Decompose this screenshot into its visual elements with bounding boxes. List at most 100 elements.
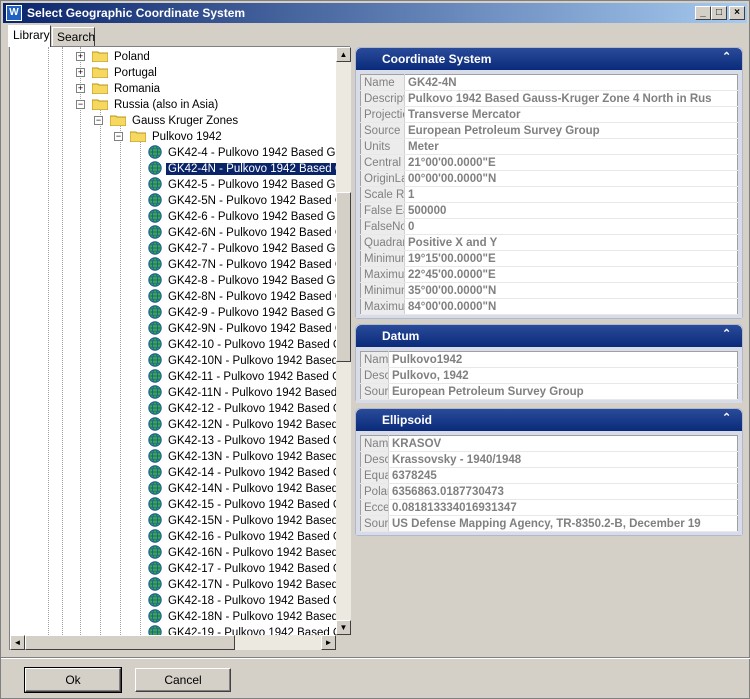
scroll-left-button[interactable]: ◄ [10,635,25,650]
tree-item-projection[interactable]: GK42-11 - Pulkovo 1942 Based Ga [148,369,336,385]
tree-node-romania[interactable]: + Romania [76,81,162,97]
property-row[interactable]: Ecce 0.081813334016931347 [360,499,738,516]
property-row[interactable]: FalseNo 0 [360,218,738,235]
property-row[interactable]: Polar 6356863.0187730473 [360,483,738,500]
datum-header[interactable]: Datum ⌃ [356,325,742,347]
tree-item-projection[interactable]: GK42-12N - Pulkovo 1942 Based G [148,417,336,433]
property-value: European Petroleum Survey Group [388,383,738,400]
tree-item-projection[interactable]: GK42-6 - Pulkovo 1942 Based Gau [148,209,336,225]
tree-node-russia[interactable]: − Russia (also in Asia) [76,97,220,113]
property-row[interactable]: Maximur 84°00'00.0000"N [360,298,738,315]
property-row[interactable]: Minimum19°15'00.0000"E [360,250,738,267]
tree-node-pulkovo-1942[interactable]: − Pulkovo 1942 [114,129,224,145]
tree-item-projection[interactable]: GK42-15N - Pulkovo 1942 Based G [148,513,336,529]
tree-vertical-scrollbar[interactable]: ▲ ▼ [336,47,351,635]
collapse-icon[interactable]: ⌃ [722,412,734,424]
library-tree[interactable]: + Poland + Portugal + Romania − Russia (… [9,46,351,650]
tree-item-projection[interactable]: GK42-9N - Pulkovo 1942 Based Ga [148,321,336,337]
tree-item-projection[interactable]: GK42-14 - Pulkovo 1942 Based Ga [148,465,336,481]
tree-item-projection[interactable]: GK42-14N - Pulkovo 1942 Based G [148,481,336,497]
collapse-toggle[interactable]: − [76,100,85,109]
tree-item-projection[interactable]: GK42-10 - Pulkovo 1942 Based Ga [148,337,336,353]
property-row[interactable]: Nam KRASOV [360,435,738,452]
property-row[interactable]: Minimum35°00'00.0000"N [360,282,738,299]
tree-item-projection[interactable]: GK42-5 - Pulkovo 1942 Based Gau [148,177,336,193]
tree-item-projection[interactable]: GK42-13 - Pulkovo 1942 Based Ga [148,433,336,449]
scroll-right-button[interactable]: ► [321,635,336,650]
property-row[interactable]: Central I 21°00'00.0000"E [360,154,738,171]
property-row[interactable]: Sour European Petroleum Survey Group [360,383,738,400]
globe-icon [148,305,162,319]
tree-node-poland[interactable]: + Poland [76,49,152,65]
tree-item-projection[interactable]: GK42-18N - Pulkovo 1942 Based G [148,609,336,625]
property-row[interactable]: Descript Pulkovo 1942 Based Gauss-Kruger … [360,90,738,107]
expand-toggle[interactable]: + [76,52,85,61]
property-row[interactable]: False Ea500000 [360,202,738,219]
ellipsoid-panel: Ellipsoid ⌃ Nam KRASOV Desc Krassovsky - 19… [355,408,743,536]
tree-item-projection[interactable]: GK42-18 - Pulkovo 1942 Based Ga [148,593,336,609]
tree-horizontal-scrollbar[interactable]: ◄ ► [10,635,336,650]
tree-item-projection[interactable]: GK42-15 - Pulkovo 1942 Based Ga [148,497,336,513]
property-row[interactable]: Nam Pulkovo1942 [360,351,738,368]
tab-library[interactable]: Library [8,25,51,47]
tree-guide-line [62,47,63,635]
tree-item-projection[interactable]: GK42-16 - Pulkovo 1942 Based Ga [148,529,336,545]
property-row[interactable]: Projectio Transverse Mercator [360,106,738,123]
collapse-icon[interactable]: ⌃ [722,328,734,340]
globe-icon [148,177,162,191]
tree-item-projection[interactable]: GK42-17 - Pulkovo 1942 Based Ga [148,561,336,577]
maximize-button[interactable]: □ [711,6,727,20]
tree-item-projection[interactable]: GK42-5N - Pulkovo 1942 Based Ga [148,193,336,209]
tree-item-projection[interactable]: GK42-4 - Pulkovo 1942 Based Gau [148,145,336,161]
property-row[interactable]: OriginLa 00°00'00.0000"N [360,170,738,187]
tree-item-projection[interactable]: GK42-9 - Pulkovo 1942 Based Gau [148,305,336,321]
property-row[interactable]: Units Meter [360,138,738,155]
property-key: Descript [360,90,405,107]
ellipsoid-header[interactable]: Ellipsoid ⌃ [356,409,742,431]
tree-item-projection[interactable]: GK42-8 - Pulkovo 1942 Based Gau [148,273,336,289]
close-button[interactable]: × [729,6,745,20]
tree-item-label: GK42-15N - Pulkovo 1942 Based G [168,515,336,527]
tree-item-projection[interactable]: GK42-10N - Pulkovo 1942 Based G [148,353,336,369]
tree-node-gauss-kruger-zones[interactable]: − Gauss Kruger Zones [94,113,240,129]
ok-button[interactable]: Ok [24,667,122,693]
collapse-toggle[interactable]: − [114,132,123,141]
tree-item-projection[interactable]: GK42-7N - Pulkovo 1942 Based Ga [148,257,336,273]
tree-item-projection[interactable]: GK42-19 - Pulkovo 1942 Based Ga [148,625,336,635]
scroll-thumb[interactable] [336,192,351,362]
collapse-icon[interactable]: ⌃ [722,51,734,63]
property-row[interactable]: Name GK42-4N [360,74,738,91]
title-bar[interactable]: W Select Geographic Coordinate System _ … [3,3,747,23]
property-row[interactable]: Desc Pulkovo, 1942 [360,367,738,384]
collapse-toggle[interactable]: − [94,116,103,125]
globe-icon [148,529,162,543]
property-row[interactable]: Scale R1 [360,186,738,203]
globe-icon [148,321,162,335]
tree-item-projection[interactable]: GK42-8N - Pulkovo 1942 Based Ga [148,289,336,305]
property-row[interactable]: Desc Krassovsky - 1940/1948 [360,451,738,468]
coordinate-system-header[interactable]: Coordinate System ⌃ [356,48,742,70]
minimize-button[interactable]: _ [695,6,711,20]
tree-item-projection[interactable]: GK42-12 - Pulkovo 1942 Based Ga [148,401,336,417]
scroll-down-button[interactable]: ▼ [336,620,351,635]
tree-item-projection[interactable]: GK42-7 - Pulkovo 1942 Based Gau [148,241,336,257]
scroll-thumb[interactable] [25,635,235,650]
property-row[interactable]: Sour US Defense Mapping Agency, TR-8350.2… [360,515,738,532]
expand-toggle[interactable]: + [76,84,85,93]
tree-item-projection[interactable]: GK42-13N - Pulkovo 1942 Based G [148,449,336,465]
property-row[interactable]: Quadrar Positive X and Y [360,234,738,251]
tree-item-projection[interactable]: GK42-4N - Pulkovo 1942 Based Ga [148,161,336,177]
property-row[interactable]: Maximur 22°45'00.0000"E [360,266,738,283]
expand-toggle[interactable]: + [76,68,85,77]
scroll-up-button[interactable]: ▲ [336,47,351,62]
tree-item-projection[interactable]: GK42-17N - Pulkovo 1942 Based G [148,577,336,593]
tab-search[interactable]: Search [52,27,95,46]
property-row[interactable]: Source European Petroleum Survey Group [360,122,738,139]
tree-item-projection[interactable]: GK42-11N - Pulkovo 1942 Based G [148,385,336,401]
property-row[interactable]: Equa 6378245 [360,467,738,484]
tree-item-projection[interactable]: GK42-16N - Pulkovo 1942 Based G [148,545,336,561]
tree-node-portugal[interactable]: + Portugal [76,65,159,81]
cancel-button[interactable]: Cancel [135,668,231,692]
globe-icon [148,625,162,635]
tree-item-projection[interactable]: GK42-6N - Pulkovo 1942 Based Ga [148,225,336,241]
